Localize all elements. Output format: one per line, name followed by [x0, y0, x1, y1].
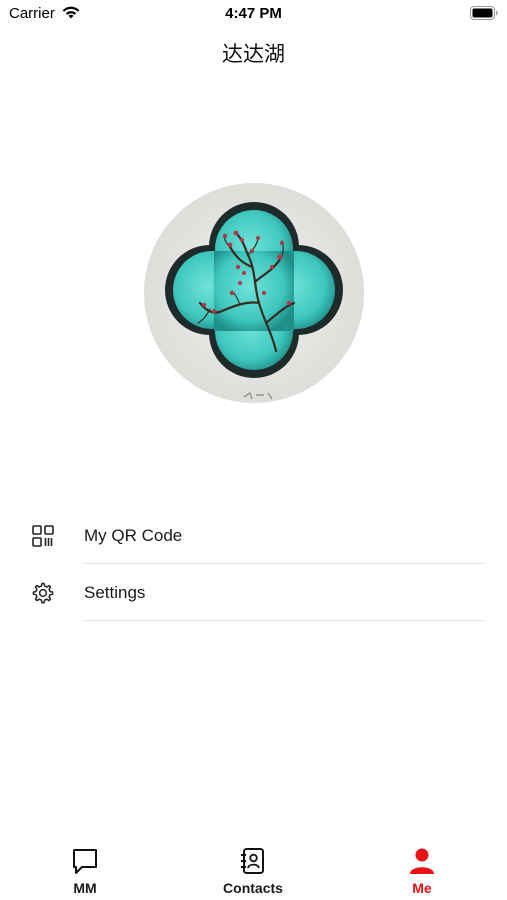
menu-item-label: Settings: [84, 583, 146, 602]
tab-label: Contacts: [223, 880, 283, 896]
menu-item-my-qr-code[interactable]: My QR Code: [0, 507, 507, 564]
tab-contacts[interactable]: Contacts: [188, 836, 318, 900]
qr-code-icon: [32, 525, 54, 547]
tab-label: MM: [73, 880, 97, 896]
tab-mm[interactable]: MM: [20, 836, 150, 900]
status-time: 4:47 PM: [225, 5, 282, 22]
battery-icon: [470, 6, 498, 20]
person-icon: [410, 848, 434, 874]
menu-item-label: My QR Code: [84, 526, 183, 545]
tab-me[interactable]: Me: [357, 836, 487, 900]
tab-label: Me: [412, 880, 432, 896]
gear-icon: [32, 582, 54, 604]
avatar[interactable]: [144, 183, 364, 403]
tab-bar: MM Contacts Me: [0, 836, 507, 900]
divider: [84, 620, 485, 621]
page-title: 达达湖: [222, 43, 285, 66]
menu-item-settings[interactable]: Settings: [0, 564, 507, 621]
contacts-book-icon: [241, 848, 264, 874]
profile-menu: My QR Code Settings: [0, 507, 507, 621]
chat-bubble-icon: [73, 849, 97, 874]
avatar-image: [144, 183, 364, 403]
status-bar: Carrier 4:47 PM: [0, 0, 507, 28]
